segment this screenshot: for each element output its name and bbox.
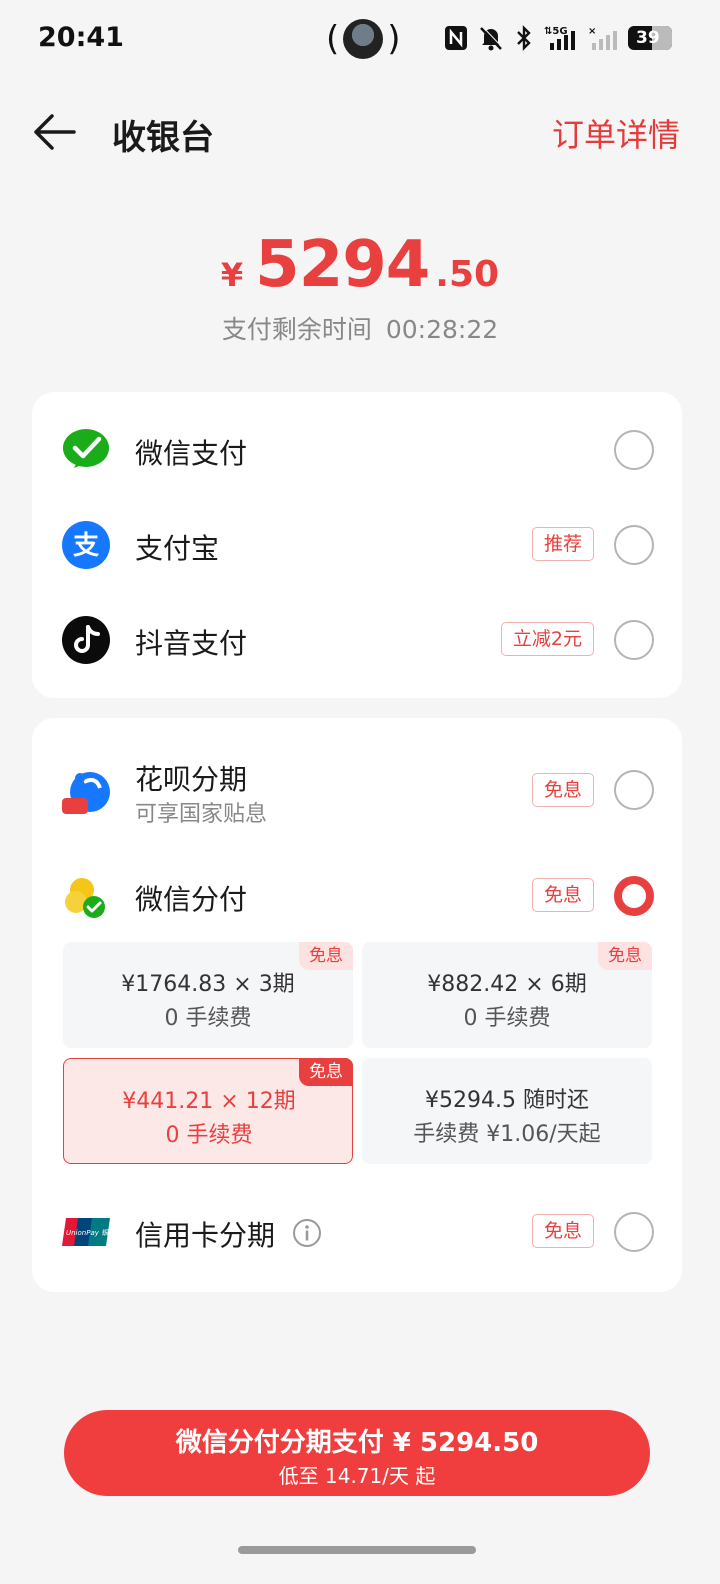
status-icons: ⇅5G × 39 (444, 24, 672, 52)
battery-icon: 39 (628, 26, 672, 50)
payment-timer: 支付剩余时间 00:28:22 (0, 310, 720, 346)
plan-amount: ¥441.21 × 12期 (122, 1089, 296, 1114)
payment-option-douyin[interactable]: 抖音支付 立减2元 (32, 600, 682, 680)
timer-value: 00:28:22 (385, 315, 499, 344)
installment-plan-12[interactable]: 免息 ¥441.21 × 12期 0 手续费 (63, 1058, 353, 1164)
wechat-fenfu-icon (65, 878, 105, 918)
payment-option-credit-card[interactable]: UnionPay 银联 信用卡分期 免息 (32, 1192, 682, 1272)
live-activity-indicator: ( ) (326, 14, 401, 64)
paren-right-icon: ) (387, 19, 401, 59)
payment-option-huabei[interactable]: 分期 花呗分期 可享国家贴息 免息 (32, 750, 682, 850)
installments-card: 分期 花呗分期 可享国家贴息 免息 微信分付 免息 免息 ¥1764.83 × … (32, 718, 682, 1292)
interest-free-tag: 免息 (531, 773, 594, 807)
plan-fee: 手续费 ¥1.06/天起 (413, 1122, 601, 1147)
amount-integer: 5294 (255, 228, 430, 302)
status-time: 20:41 (38, 22, 124, 53)
paren-left-icon: ( (326, 19, 340, 59)
radio-button[interactable] (614, 1212, 654, 1252)
svg-text:支: 支 (73, 531, 99, 561)
battery-level: 39 (636, 28, 660, 48)
huabei-label: 花呗分期 (135, 763, 248, 796)
page-title: 收银台 (112, 118, 214, 158)
plan-fee: 0 手续费 (463, 1006, 551, 1031)
installment-plan-3[interactable]: 免息 ¥1764.83 × 3期 0 手续费 (63, 942, 353, 1048)
huabei-badge-text: 分期 (64, 820, 89, 834)
douyin-icon (62, 616, 110, 664)
info-icon[interactable] (292, 1218, 322, 1248)
payment-option-label: 抖音支付 (135, 627, 248, 660)
pay-button-label: 微信分付分期支付 ¥ 5294.50 (175, 1428, 539, 1458)
media-avatar (343, 19, 384, 59)
signal-secondary-icon: × (588, 26, 617, 50)
credit-card-label: 信用卡分期 (135, 1219, 276, 1252)
payment-option-label: 支付宝 (135, 532, 220, 565)
recommend-tag: 推荐 (531, 527, 594, 561)
status-bar: 20:41 ( ) ⇅5G × 39 (0, 0, 720, 80)
radio-button[interactable] (614, 430, 654, 470)
radio-button-selected[interactable] (614, 876, 654, 916)
wechat-fenfu-label: 微信分付 (135, 883, 248, 916)
payment-methods-card: 微信支付 支 支付宝 推荐 抖音支付 立减2元 (32, 392, 682, 698)
amount-decimal: .50 (435, 254, 500, 295)
pay-button[interactable]: 微信分付分期支付 ¥ 5294.50 低至 14.71/天 起 (64, 1410, 650, 1496)
plan-amount: ¥1764.83 × 3期 (121, 972, 295, 997)
plan-fee: 0 手续费 (165, 1123, 253, 1148)
payment-option-wechat[interactable]: 微信支付 (32, 410, 682, 490)
svg-text:×: × (588, 26, 596, 37)
order-detail-link[interactable]: 订单详情 (552, 110, 680, 156)
installment-plan-flexible[interactable]: ¥5294.5 随时还 手续费 ¥1.06/天起 (362, 1058, 652, 1164)
payment-option-label: 微信支付 (135, 437, 248, 470)
radio-button[interactable] (614, 770, 654, 810)
plan-fee: 0 手续费 (164, 1006, 252, 1031)
wechat-pay-icon (63, 429, 109, 468)
signal-5g-icon: ⇅5G (544, 26, 575, 50)
home-indicator[interactable] (238, 1546, 476, 1554)
huabei-subtitle: 可享国家贴息 (135, 802, 268, 827)
interest-free-tag: 免息 (531, 1214, 594, 1248)
bell-muted-icon (480, 26, 503, 51)
plan-badge: 免息 (299, 1058, 353, 1086)
nfc-icon (445, 26, 467, 50)
payment-option-wechat-fenfu[interactable]: 微信分付 免息 (32, 856, 682, 936)
header: 收银台 订单详情 (0, 92, 720, 172)
timer-label: 支付剩余时间 (221, 315, 372, 344)
amount-display: ¥ 5294 .50 (0, 228, 720, 302)
radio-button[interactable] (614, 525, 654, 565)
unionpay-logo-text: UnionPay 银联 (66, 1229, 116, 1237)
huabei-icon (62, 772, 110, 814)
payment-option-alipay[interactable]: 支 支付宝 推荐 (32, 505, 682, 585)
installment-plan-6[interactable]: 免息 ¥882.42 × 6期 0 手续费 (362, 942, 652, 1048)
radio-button[interactable] (614, 620, 654, 660)
amount-currency: ¥ (220, 256, 244, 294)
alipay-icon: 支 (62, 521, 110, 569)
back-arrow-icon[interactable] (32, 110, 78, 154)
plan-amount: ¥5294.5 随时还 (425, 1088, 589, 1113)
bluetooth-icon (517, 25, 531, 51)
interest-free-tag: 免息 (531, 878, 594, 912)
pay-button-subtitle: 低至 14.71/天 起 (278, 1464, 436, 1488)
discount-tag: 立减2元 (500, 622, 594, 656)
plan-amount: ¥882.42 × 6期 (427, 972, 587, 997)
